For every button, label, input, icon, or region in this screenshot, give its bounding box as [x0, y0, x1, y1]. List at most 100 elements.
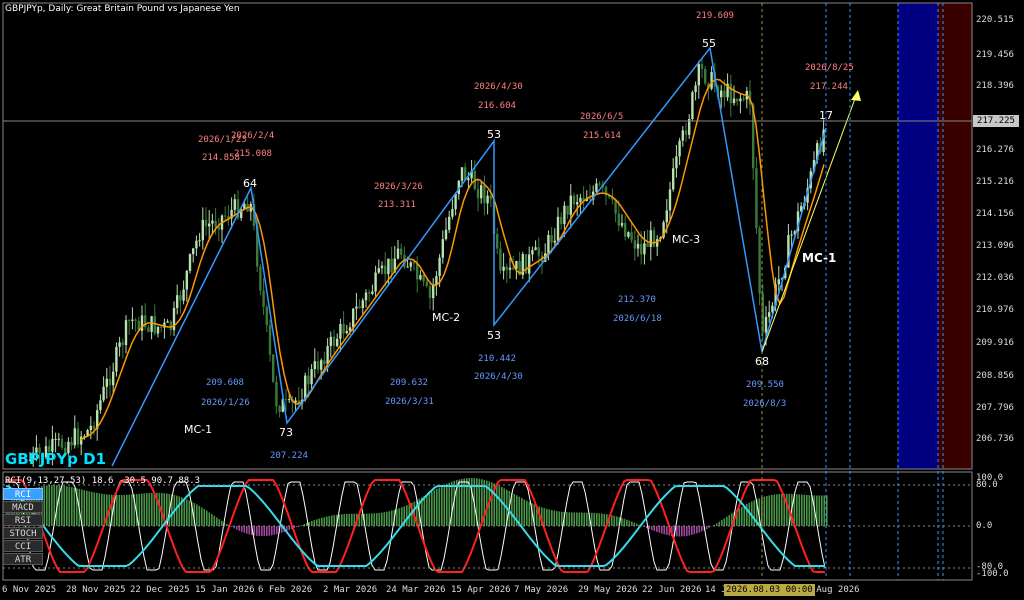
- histogram-bar: [248, 526, 251, 535]
- histogram-bar: [288, 526, 291, 531]
- candle-body: [790, 234, 793, 236]
- histogram-bar: [698, 526, 701, 533]
- histogram-bar: [86, 490, 88, 526]
- candle-body: [444, 229, 448, 240]
- histogram-bar: [431, 491, 433, 526]
- trough-price: 209.550: [746, 380, 784, 390]
- histogram-bar: [321, 517, 323, 526]
- histogram-bar: [528, 501, 531, 526]
- histogram-bar: [331, 515, 333, 526]
- histogram-bar: [258, 526, 261, 536]
- histogram-bar: [716, 523, 718, 526]
- histogram-bar: [801, 494, 803, 526]
- candle-body: [336, 338, 339, 347]
- candle-body: [115, 346, 118, 372]
- histogram-bar: [513, 493, 516, 526]
- symbol-big-label: GBPJPYp D1: [5, 450, 107, 468]
- histogram-bar: [823, 495, 826, 526]
- indicator-button-macd[interactable]: MACD: [3, 501, 43, 513]
- histogram-bar: [376, 513, 378, 526]
- histogram-bar: [206, 510, 208, 526]
- histogram-bar: [666, 526, 668, 535]
- histogram-bar: [266, 526, 268, 536]
- histogram-bar: [766, 496, 768, 526]
- histogram-bar: [208, 512, 211, 526]
- histogram-bar: [226, 523, 228, 526]
- histogram-bar: [796, 494, 798, 526]
- candle-body: [387, 258, 390, 275]
- candle-body: [649, 230, 652, 247]
- histogram-bar: [706, 526, 708, 530]
- candle-body: [739, 98, 742, 102]
- wave-label: 68: [755, 355, 769, 368]
- candle-body: [630, 232, 633, 241]
- trough-price: 207.224: [270, 451, 308, 461]
- histogram-bar: [236, 526, 238, 530]
- histogram-bar: [693, 526, 696, 535]
- price-tick: 206.736: [976, 434, 1014, 444]
- histogram-bar: [221, 520, 223, 526]
- indicator-button-stoch[interactable]: STOCH: [3, 527, 43, 539]
- indicator-button-rci[interactable]: RCI: [3, 488, 43, 500]
- histogram-bar: [658, 526, 661, 533]
- histogram-bar: [296, 526, 298, 528]
- candle-body: [160, 326, 163, 328]
- candle-body: [764, 316, 768, 333]
- price-tick: 212.036: [976, 273, 1014, 283]
- histogram-bar: [368, 513, 371, 526]
- price-tick: 207.796: [976, 403, 1014, 413]
- histogram-bar: [696, 526, 698, 534]
- histogram-bar: [651, 526, 653, 531]
- candle-body: [588, 198, 592, 200]
- candle-body: [134, 319, 137, 321]
- candle-body: [355, 306, 358, 309]
- candle-body: [272, 354, 275, 382]
- histogram-bar: [496, 484, 498, 526]
- histogram-bar: [73, 487, 76, 526]
- candle-body: [732, 98, 736, 104]
- candle-body: [409, 262, 412, 267]
- candle-body: [262, 290, 265, 307]
- candle-body: [710, 72, 713, 89]
- candle-body: [166, 321, 169, 323]
- candle-body: [496, 233, 499, 249]
- indicator-button-rsi[interactable]: RSI: [3, 514, 43, 526]
- histogram-bar: [526, 500, 528, 526]
- histogram-bar: [578, 512, 581, 526]
- histogram-bar: [441, 486, 443, 526]
- histogram-bar: [188, 500, 191, 526]
- candle-body: [412, 262, 416, 264]
- histogram-bar: [343, 514, 346, 526]
- candle-body: [364, 292, 368, 301]
- histogram-bar: [586, 512, 588, 526]
- histogram-bar: [436, 488, 438, 526]
- histogram-bar: [821, 495, 823, 526]
- candle-body: [380, 265, 384, 269]
- candle-body: [428, 286, 432, 299]
- histogram-bar: [346, 513, 348, 526]
- candle-body: [102, 386, 105, 401]
- histogram-bar: [551, 510, 553, 526]
- candle-body: [131, 319, 134, 321]
- histogram-bar: [498, 485, 501, 526]
- histogram-bar: [328, 515, 331, 526]
- cycle-label: MC-1: [184, 423, 213, 436]
- candle-body: [54, 438, 57, 440]
- candle-body: [681, 130, 684, 141]
- histogram-bar: [211, 514, 213, 526]
- indicator-button-cci[interactable]: CCI: [3, 540, 43, 552]
- indicator-button-atr[interactable]: ATR: [3, 553, 43, 565]
- histogram-bar: [721, 520, 723, 526]
- time-tick: 6 Nov 2025: [2, 585, 57, 595]
- candle-body: [313, 361, 316, 370]
- histogram-bar: [676, 526, 678, 537]
- candle-body: [342, 324, 345, 334]
- forecast-zone: [898, 3, 938, 469]
- candle-body: [323, 360, 326, 365]
- histogram-bar: [753, 500, 756, 526]
- histogram-bar: [196, 504, 198, 526]
- histogram-bar: [126, 494, 128, 526]
- candle-body: [121, 342, 124, 346]
- peak-date: 2026/4/30: [474, 82, 523, 92]
- histogram-bar: [661, 526, 663, 534]
